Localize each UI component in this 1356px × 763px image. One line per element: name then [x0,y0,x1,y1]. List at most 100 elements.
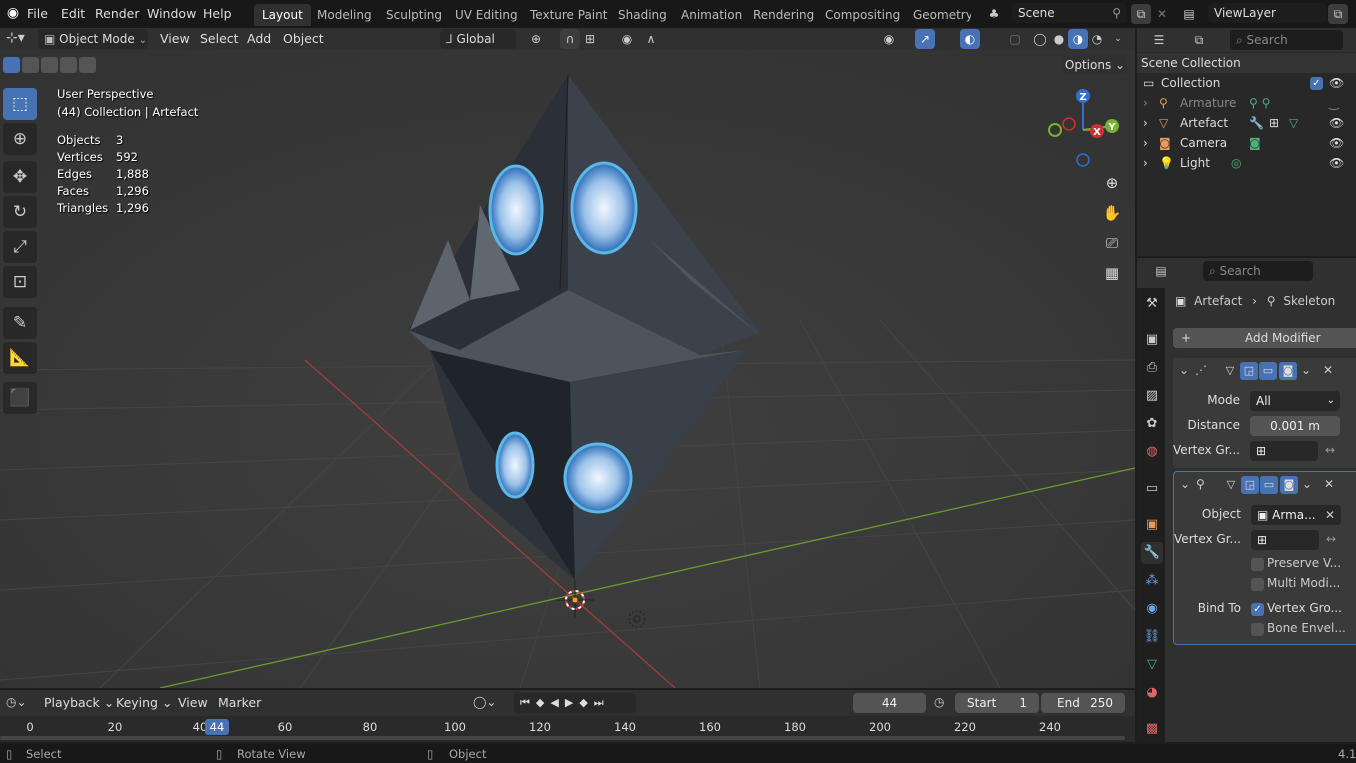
outliner-item[interactable]: › ▽ Artefact 🔧 ⊞ ▽ 👁 [1137,113,1356,133]
tool-tab-icon[interactable]: ⚒ [1141,293,1163,315]
preview-range-icon[interactable]: ◷ [934,695,944,709]
properties-search[interactable]: ⌕ Search [1203,261,1313,281]
bind-envelopes-checkbox[interactable] [1251,623,1264,636]
measure-tool-icon[interactable]: 📐 [3,342,37,374]
expand-icon[interactable]: › [1143,93,1148,113]
outliner-item[interactable]: › ⚲ Armature ⚲ ⚲ ‿ [1137,93,1356,113]
scene-collection-row[interactable]: Scene Collection [1137,53,1356,73]
select-intersect-icon[interactable] [79,57,96,73]
physics-tab-icon[interactable]: ◉ [1141,598,1163,620]
prev-keyframe-icon[interactable]: ◆ [536,696,550,709]
select-extend-icon[interactable] [22,57,39,73]
timeline-scrollbar[interactable] [0,736,1125,740]
preserve-volume-checkbox[interactable] [1251,558,1264,571]
next-keyframe-icon[interactable]: ◆ [579,696,593,709]
scale-tool-icon[interactable]: ⤢ [3,231,37,263]
overlay-toggle-icon[interactable]: ◐ [960,29,980,49]
end-frame-field[interactable]: End 250 [1041,693,1125,713]
tab-sculpting[interactable]: Sculpting [378,4,450,26]
tab-geometry-nodes[interactable]: Geometry N [905,4,971,26]
outliner-item[interactable]: › ◙ Camera ◙ 👁 [1137,133,1356,153]
play-icon[interactable]: ▶ [565,696,579,709]
viewport-display-icon[interactable]: ▭ [1260,476,1278,494]
select-subtract-icon[interactable] [41,57,58,73]
timeline-editor-icon[interactable]: ◷⌄ [6,695,27,709]
weld-distance-field[interactable]: 0.001 m [1250,416,1340,436]
tab-shading[interactable]: Shading [610,4,675,26]
add-modifier-button[interactable]: + Add Modifier [1173,328,1356,348]
tab-uv-editing[interactable]: UV Editing [447,4,526,26]
vertex-group-icon[interactable]: ⊞ [1269,113,1279,133]
options-dropdown[interactable]: Options ⌄ [1063,55,1127,75]
pan-hand-icon[interactable]: ✋ [1099,200,1125,226]
proportional-edit-icon[interactable]: ◉ [617,29,637,49]
armature-object-field[interactable]: ▣ Arma... ✕ [1251,505,1341,525]
playhead[interactable]: 44 [205,719,229,735]
snap-target-icon[interactable]: ⊞ [580,29,600,49]
pose-icon[interactable]: ⚲ ⚲ [1249,93,1270,113]
bind-vertex-groups-checkbox[interactable]: ✓ [1251,603,1264,616]
scene-selector-icon[interactable]: ♣ [984,4,1004,24]
new-scene-icon[interactable]: ⧉ [1131,4,1151,24]
eye-icon[interactable]: 👁 [1329,133,1344,153]
viewlayer-field[interactable]: ViewLayer [1208,3,1326,23]
rotate-tool-icon[interactable]: ↻ [3,196,37,228]
constraints-tab-icon[interactable]: ⛓ [1141,626,1163,648]
delete-scene-icon[interactable]: ✕ [1152,4,1172,24]
render-display-icon[interactable]: ◙ [1279,362,1297,380]
menu-file[interactable]: File [19,4,56,24]
zoom-icon[interactable]: ⊕ [1099,170,1125,196]
eye-icon[interactable]: 👁 [1329,153,1344,173]
expand-icon[interactable]: › [1143,113,1148,133]
remove-modifier-icon[interactable]: ✕ [1324,477,1334,491]
remove-modifier-icon[interactable]: ✕ [1323,363,1333,377]
expand-icon[interactable]: › [1143,133,1148,153]
material-tab-icon[interactable]: ◕ [1141,682,1163,704]
menu-help[interactable]: Help [195,4,240,24]
data-tab-icon[interactable]: ▽ [1141,654,1163,676]
tab-layout[interactable]: Layout [254,4,311,26]
invert-icon[interactable]: ↔ [1325,443,1335,457]
viewport-menu-object[interactable]: Object [275,29,332,49]
viewport-menu-view[interactable]: View [152,29,198,49]
camera-view-icon[interactable]: ⎚ [1099,230,1125,256]
collapse-icon[interactable]: ⌄ [1179,363,1189,377]
pin-icon[interactable]: ⚲ [1112,3,1121,23]
weld-vertex-group-field[interactable]: ⊞ [1250,441,1318,461]
object-tab-icon[interactable]: ▣ [1141,514,1163,536]
solid-shading-icon[interactable]: ● [1049,29,1069,49]
shading-options-icon[interactable]: ⌄ [1108,29,1128,49]
world-tab-icon[interactable]: ◍ [1141,441,1163,463]
mode-dropdown[interactable]: ▣ Object Mode ⌄ [38,29,148,49]
render-display-icon[interactable]: ◙ [1280,476,1298,494]
falloff-icon[interactable]: ∧ [641,29,661,49]
select-tool-icon[interactable]: ⬚ [3,88,37,120]
camera-data-icon[interactable]: ◙ [1249,133,1261,153]
output-tab-icon[interactable]: ⎙ [1141,357,1163,379]
cursor-tool-icon[interactable]: ⊕ [3,123,37,155]
tab-compositing[interactable]: Compositing [817,4,908,26]
eye-icon[interactable]: 👁 [1329,113,1344,133]
jump-start-icon[interactable]: ⏮ [520,696,536,709]
xray-icon[interactable]: ▢ [1005,29,1025,49]
rendered-shading-icon[interactable]: ◔ [1087,29,1107,49]
outliner-search[interactable]: ⌕ Search [1230,30,1343,50]
render-tab-icon[interactable]: ▣ [1141,329,1163,351]
tab-texture-paint[interactable]: Texture Paint [522,4,615,26]
expand-icon[interactable]: › [1143,153,1148,173]
collection-tab-icon[interactable]: ▭ [1141,478,1163,500]
start-frame-field[interactable]: Start 1 [955,693,1039,713]
material-shading-icon[interactable]: ◑ [1068,29,1088,49]
modifier-wrench-icon[interactable]: 🔧 [1249,113,1264,133]
annotate-tool-icon[interactable]: ✎ [3,307,37,339]
current-frame-field[interactable]: 44 [853,693,926,713]
select-box-icon[interactable] [3,57,20,73]
outliner-item[interactable]: › 💡 Light ◎ 👁 [1137,153,1356,173]
viewlayer-selector-icon[interactable]: ▤ [1179,4,1199,24]
move-tool-icon[interactable]: ✥ [3,161,37,193]
snap-icon[interactable]: ∩ [560,29,580,49]
modifier-tab-icon[interactable]: 🔧 [1141,542,1163,564]
auto-keying-icon[interactable]: ◯⌄ [473,695,496,709]
timeline-menu-marker[interactable]: Marker [210,693,269,713]
gizmo-toggle-icon[interactable]: ↗ [915,29,935,49]
